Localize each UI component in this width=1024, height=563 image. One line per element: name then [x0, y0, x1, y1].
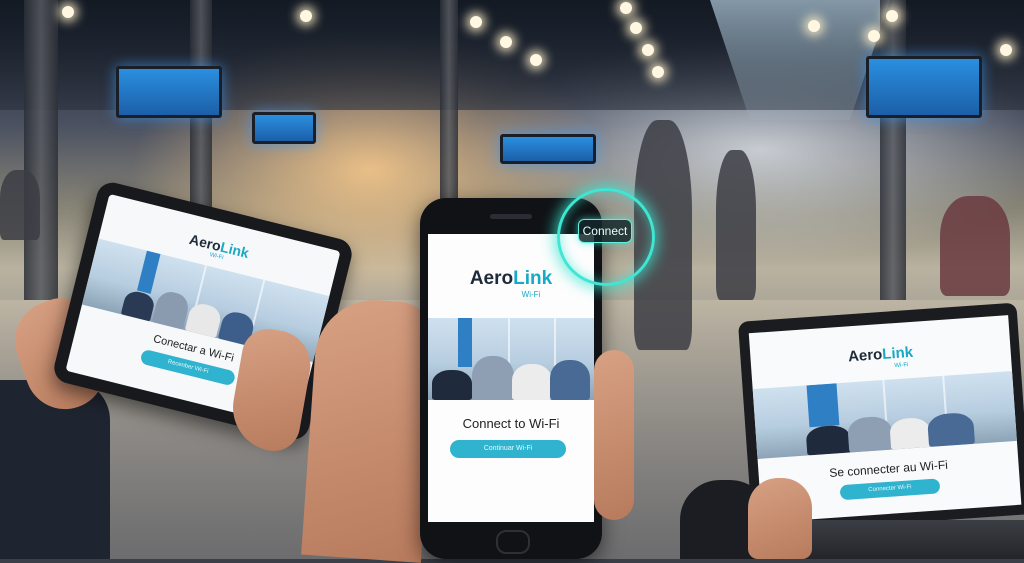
walking-traveler [716, 150, 756, 300]
ceiling-light [642, 44, 654, 56]
ceiling-light [62, 6, 74, 18]
laptop-user-hand [748, 478, 812, 559]
photo-window-frame [251, 279, 266, 327]
ceiling-light [300, 10, 312, 22]
ceiling-light [808, 20, 820, 32]
brand-name-main: Aero [469, 268, 514, 289]
person-figure [926, 411, 976, 447]
photo-window-post [806, 383, 840, 428]
ceiling-light [620, 2, 632, 14]
ceiling-light [500, 36, 512, 48]
terminal-pillar [440, 0, 458, 230]
terminal-pillar [880, 0, 906, 300]
seated-traveler [940, 196, 1010, 296]
person-figure [151, 288, 192, 330]
connect-button[interactable]: Connect [578, 219, 632, 243]
connect-wifi-button[interactable]: Continuar Wi-Fi [450, 440, 566, 458]
brand-name-accent: Link [881, 343, 914, 363]
hero-photo [428, 318, 594, 400]
brand-name-accent: Link [513, 268, 553, 289]
departure-screen [252, 112, 316, 144]
connect-heading: Connect to Wi-Fi [462, 416, 560, 431]
person-figure [472, 356, 514, 400]
phone-earpiece [490, 214, 532, 219]
ceiling-light [1000, 44, 1012, 56]
ceiling-light [886, 10, 898, 22]
brand-subtitle: Wi-Fi [521, 290, 541, 299]
phone-hand-fingers [594, 350, 634, 520]
departure-screen [866, 56, 982, 118]
ceiling-light [470, 16, 482, 28]
terminal-pillar [24, 0, 58, 300]
person-figure [805, 424, 852, 456]
ceiling-light [652, 66, 664, 78]
person-figure [184, 301, 224, 338]
seated-traveler [0, 170, 40, 240]
departure-screen [500, 134, 596, 164]
phone-home-button[interactable] [496, 530, 530, 554]
ceiling-light [868, 30, 880, 42]
hero-photo [752, 370, 1017, 459]
connect-wifi-button[interactable]: Connecter Wi-Fi [839, 478, 941, 501]
person-figure [432, 370, 472, 400]
brand-logo: AeroLink [428, 268, 594, 290]
person-figure [846, 415, 894, 453]
photo-window-post [137, 250, 161, 294]
phone-screen: AeroLink Wi-Fi Connect to Wi-Fi Continua… [428, 234, 594, 522]
connect-heading: Se connecter au Wi-Fi [828, 457, 949, 480]
person-figure [889, 416, 932, 450]
ceiling-light [530, 54, 542, 66]
person-figure [120, 288, 157, 322]
photo-window-post [458, 318, 472, 368]
laptop-keyboard [790, 520, 1024, 559]
person-figure [550, 360, 590, 400]
departure-screen [116, 66, 222, 118]
ceiling-light [630, 22, 642, 34]
person-figure [512, 364, 552, 400]
brand-name-main: Aero [847, 346, 883, 366]
hand-holding-phone [301, 296, 439, 563]
